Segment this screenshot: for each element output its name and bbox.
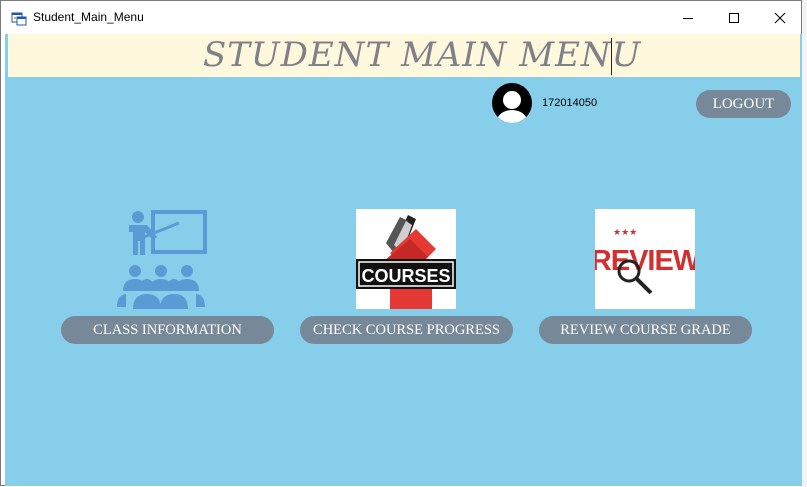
- classroom-teacher-icon[interactable]: [111, 209, 211, 309]
- logout-button[interactable]: LOGOUT: [696, 90, 791, 118]
- app-window: Student_Main_Menu STUDENT MAIN MENU 1720…: [0, 0, 802, 486]
- title-bar[interactable]: Student_Main_Menu: [1, 1, 801, 34]
- maximize-icon: [729, 12, 739, 23]
- winforms-app-icon: [11, 12, 27, 26]
- review-image-text: REVIEW: [595, 245, 695, 277]
- close-button[interactable]: [757, 1, 803, 34]
- maximize-button[interactable]: [711, 1, 757, 34]
- minimize-icon: [683, 17, 693, 19]
- svg-text:★★★: ★★★: [613, 228, 637, 238]
- header-textbox[interactable]: STUDENT MAIN MENU: [8, 34, 800, 77]
- user-id-label: 172014050: [542, 97, 598, 109]
- page-title: STUDENT MAIN MENU: [203, 35, 642, 75]
- review-course-grade-button[interactable]: REVIEW COURSE GRADE: [539, 316, 752, 344]
- close-icon: [774, 12, 786, 23]
- class-information-button[interactable]: CLASS INFORMATION: [61, 316, 274, 344]
- courses-image-text: COURSES: [361, 266, 450, 286]
- minimize-button[interactable]: [665, 1, 711, 34]
- main-panel: STUDENT MAIN MENU 172014050 LOGOUT COURS…: [5, 34, 802, 486]
- review-magnifier-image[interactable]: ★★★ REVIEW: [595, 209, 695, 309]
- window-title: Student_Main_Menu: [33, 10, 144, 24]
- user-avatar-icon: [492, 83, 532, 123]
- text-caret: [611, 38, 612, 75]
- courses-books-image[interactable]: COURSES: [356, 209, 456, 309]
- check-course-progress-button[interactable]: CHECK COURSE PROGRESS: [300, 316, 513, 344]
